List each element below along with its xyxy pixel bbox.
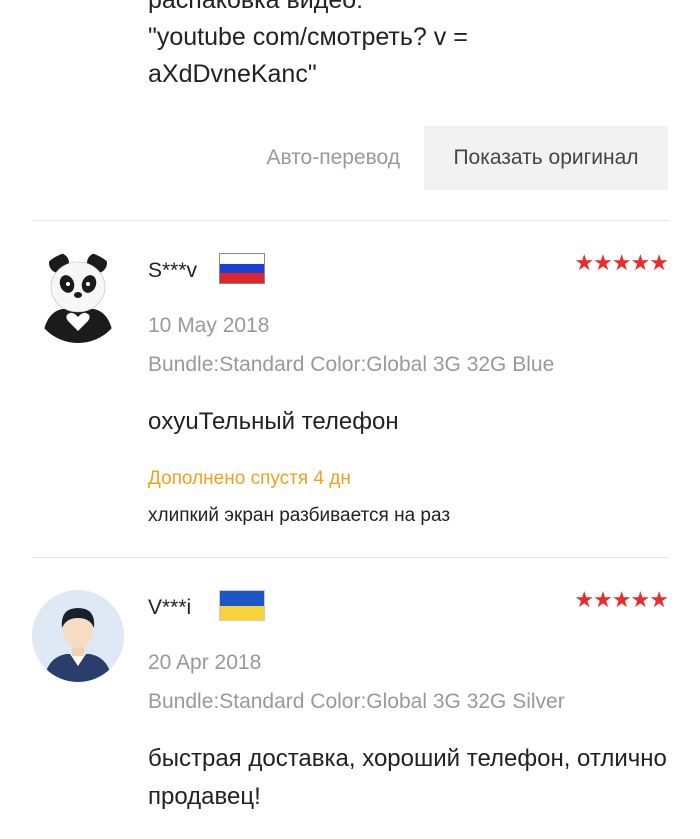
previous-review-line: aXdDvneKanc" (148, 60, 317, 88)
divider (32, 220, 668, 221)
review-date: 10 May 2018 (148, 314, 270, 337)
russia-flag-icon (219, 253, 265, 284)
user-avatar-icon (32, 590, 124, 682)
variant-info: Bundle:Standard Color:Global 3G 32G Blue (148, 353, 555, 376)
divider (32, 557, 668, 558)
review-date: 20 Apr 2018 (148, 651, 262, 674)
variant-info: Bundle:Standard Color:Global 3G 32G Silv… (148, 690, 565, 713)
reviewer-name: S***v (148, 259, 198, 282)
avatar (32, 590, 124, 682)
auto-translate-button[interactable]: Авто-перевод (266, 126, 400, 190)
ukraine-flag-icon (219, 590, 265, 621)
review-text: быстрая доставка, хороший телефон, отлич… (148, 745, 667, 810)
star-rating: ★★★★★ (574, 250, 669, 275)
previous-review-line: распаковка видео: (148, 0, 364, 14)
previous-review-text: распаковка видео: "youtube com/смотреть?… (148, 0, 668, 93)
review-text: oxyuТельный телефон (148, 408, 399, 435)
avatar (32, 251, 124, 343)
additional-review-text: хлипкий экран разбивается на раз (148, 505, 451, 526)
additional-review-label: Дополнено спустя 4 дн (148, 468, 351, 489)
translate-toggle: Авто-перевод Показать оригинал (0, 126, 700, 190)
panda-avatar-icon (32, 251, 124, 343)
star-rating: ★★★★★ (574, 587, 669, 612)
previous-review-line: "youtube com/смотреть? v = (148, 23, 468, 51)
reviewer-name: V***i (148, 596, 192, 619)
show-original-button[interactable]: Показать оригинал (424, 126, 668, 190)
